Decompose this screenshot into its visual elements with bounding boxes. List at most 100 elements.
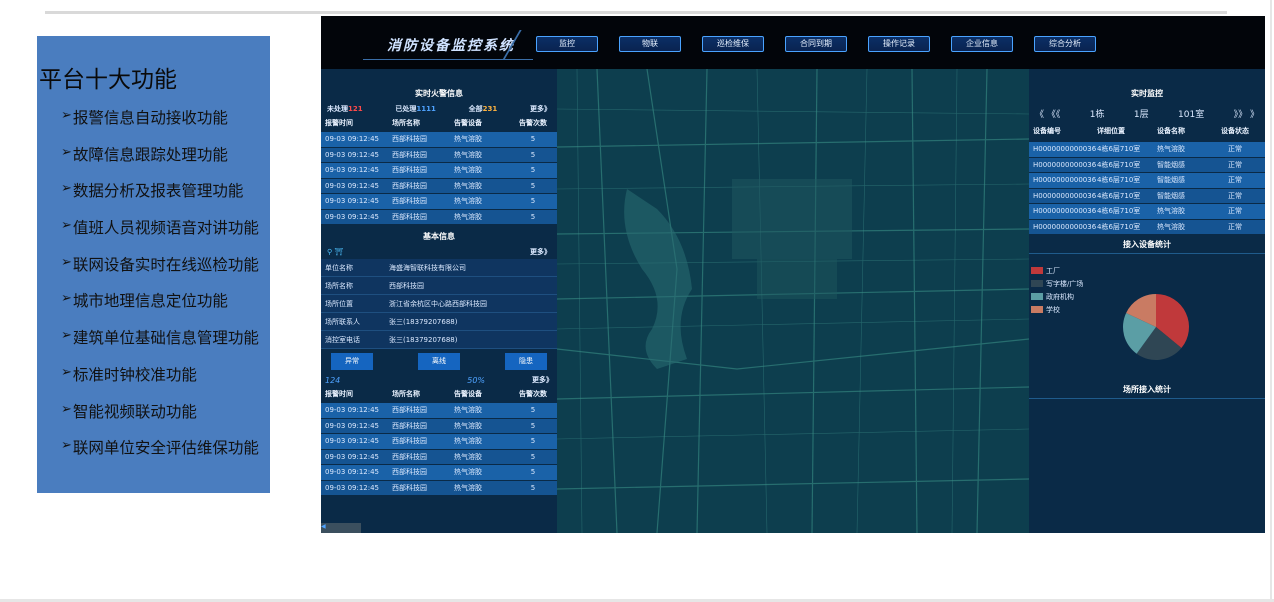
location-pin-icon[interactable]: ⚲ ⛩ — [327, 248, 343, 256]
table-cell: 西部科技园 — [392, 406, 427, 415]
legend-swatch — [1031, 280, 1043, 287]
table-row[interactable]: 09-03 09:12:45 西部科技园 热气溶胶 5 — [321, 403, 557, 419]
handled-filter[interactable]: 已处理1111 — [395, 104, 435, 114]
building-select[interactable]: 1栋 — [1090, 107, 1105, 120]
table-cell: 正常 — [1228, 191, 1242, 200]
top-divider — [45, 11, 1227, 14]
next-arrows[interactable]: 》》 》 — [1234, 107, 1259, 120]
nav-tab[interactable]: 物联 — [619, 36, 681, 52]
venue-stats-divider — [1029, 398, 1265, 399]
table-cell: 4栋6层710室 — [1097, 222, 1141, 231]
table-cell: 09-03 09:12:45 — [325, 181, 380, 190]
legend-item: 学校 — [1031, 303, 1083, 316]
table-row[interactable]: H0000000000036 4栋6层710室 智能烟感 正常 — [1029, 157, 1265, 173]
table-cell: 5 — [530, 468, 536, 477]
room-select[interactable]: 101室 — [1178, 107, 1204, 120]
table-cell: 西部科技园 — [392, 181, 427, 190]
column-header: 设备编号 — [1033, 127, 1061, 135]
table-row[interactable]: 09-03 09:12:45 西部科技园 热气溶胶 5 — [321, 418, 557, 434]
arrow-bullet-icon: ➢ — [61, 144, 72, 160]
table-cell: 西部科技园 — [392, 483, 427, 492]
table-cell: H0000000000036 — [1033, 176, 1097, 185]
city-map[interactable] — [557, 69, 1029, 533]
table-row[interactable]: 09-03 09:12:45 西部科技园 热气溶胶 5 — [321, 465, 557, 481]
table-cell: 09-03 09:12:45 — [325, 468, 380, 477]
table-row[interactable]: 09-03 09:12:45 西部科技园 热气溶胶 5 — [321, 480, 557, 496]
info-field: 消控室电话 张三(18379207688) — [321, 331, 557, 349]
table-cell: 09-03 09:12:45 — [325, 452, 380, 461]
info-field-label: 场所名称 — [325, 281, 353, 290]
feature-item: ➢ 联网设备实时在线巡检功能 — [61, 253, 259, 290]
status-button[interactable]: 离线 — [418, 353, 460, 370]
legend-label: 写字楼/广场 — [1046, 279, 1084, 288]
table-row[interactable]: 09-03 09:12:45 西部科技园 热气溶胶 5 — [321, 163, 557, 179]
table-cell: 正常 — [1228, 222, 1242, 231]
table-cell: 西部科技园 — [392, 468, 427, 477]
table-row[interactable]: H0000000000036 4栋6层710室 智能烟感 正常 — [1029, 188, 1265, 204]
table-row[interactable]: 09-03 09:12:45 西部科技园 热气溶胶 5 — [321, 194, 557, 210]
system-screenshot: 消防设备监控系统 监控 物联 巡检维保 合同到期 操作记录 企业信息 综合分析 — [321, 16, 1265, 533]
nav-tab[interactable]: 企业信息 — [951, 36, 1013, 52]
table-cell: H0000000000036 — [1033, 160, 1097, 169]
table-row[interactable]: 09-03 09:12:45 西部科技园 热气溶胶 5 — [321, 449, 557, 465]
legend-item: 写字楼/广场 — [1031, 277, 1083, 290]
table-row[interactable]: 09-03 09:12:45 西部科技园 热气溶胶 5 — [321, 132, 557, 148]
table-row[interactable]: H0000000000036 4栋6层710室 智能烟感 正常 — [1029, 173, 1265, 189]
table-cell: 4栋6层710室 — [1097, 191, 1141, 200]
info-field-value: 张三(18379207688) — [389, 317, 458, 326]
nav-tab[interactable]: 综合分析 — [1034, 36, 1096, 52]
table-cell: 热气溶胶 — [454, 406, 482, 415]
table-cell: 智能烟感 — [1157, 160, 1185, 169]
status-button[interactable]: 异常 — [331, 353, 373, 370]
nav-tab[interactable]: 监控 — [536, 36, 598, 52]
table-row[interactable]: 09-03 09:12:45 西部科技园 热气溶胶 5 — [321, 209, 557, 225]
table-row[interactable]: H0000000000036 4栋6层710室 热气溶胶 正常 — [1029, 142, 1265, 158]
status-button[interactable]: 隐患 — [505, 353, 547, 370]
table-row[interactable]: H0000000000036 4栋6层710室 热气溶胶 正常 — [1029, 219, 1265, 235]
legend-swatch — [1031, 267, 1043, 274]
location-selector: 《 《《 1栋 1层 101室 》》 》 — [1029, 102, 1265, 124]
table-row[interactable]: 09-03 09:12:45 西部科技园 热气溶胶 5 — [321, 178, 557, 194]
table-row[interactable]: 09-03 09:12:45 西部科技园 热气溶胶 5 — [321, 434, 557, 450]
basic-info-title: 基本信息 — [423, 232, 455, 241]
device-stats-chart: 工厂 写字楼/广场 政府机构 学校 — [1029, 264, 1265, 374]
total-filter[interactable]: 全部231 — [469, 104, 498, 114]
feature-item: ➢ 数据分析及报表管理功能 — [61, 179, 259, 216]
prev-arrows[interactable]: 《 《《 — [1035, 107, 1060, 120]
column-header: 告警设备 — [454, 390, 482, 398]
table-cell: 正常 — [1228, 207, 1242, 216]
legend-swatch — [1031, 306, 1043, 313]
feature-item-label: 城市地理信息定位功能 — [72, 292, 228, 311]
floor-select[interactable]: 1层 — [1134, 107, 1149, 120]
nav-tab[interactable]: 巡检维保 — [702, 36, 764, 52]
left-panel: 实时火警信息 未处理121 已处理1111 全部231 更多》 报警时间 场所名称… — [321, 86, 557, 533]
nav-tab[interactable]: 合同到期 — [785, 36, 847, 52]
fire-alarm-more-link[interactable]: 更多》 — [530, 104, 551, 114]
info-field-value: 浙江省余杭区中心路西部科技园 — [389, 299, 487, 308]
unhandled-filter[interactable]: 未处理121 — [327, 104, 363, 114]
feature-item: ➢ 值班人员视频语音对讲功能 — [61, 216, 259, 253]
table-cell: 热气溶胶 — [454, 197, 482, 206]
table-cell: 热气溶胶 — [454, 212, 482, 221]
feature-item: ➢ 智能视频联动功能 — [61, 400, 259, 437]
info-field-value: 西部科技园 — [389, 281, 424, 290]
table-cell: 正常 — [1228, 145, 1242, 154]
table-cell: 09-03 09:12:45 — [325, 150, 380, 159]
status-more-link[interactable]: 更多》 — [532, 375, 553, 385]
map-locate-control[interactable]: ◀ — [321, 523, 361, 533]
table-cell: 5 — [530, 166, 536, 175]
table-row[interactable]: 09-03 09:12:45 西部科技园 热气溶胶 5 — [321, 147, 557, 163]
arrow-bullet-icon: ➢ — [61, 218, 72, 234]
table-cell: 5 — [530, 452, 536, 461]
table-cell: 西部科技园 — [392, 197, 427, 206]
nav-tab[interactable]: 操作记录 — [868, 36, 930, 52]
legend-swatch — [1031, 293, 1043, 300]
status-table-header: 报警时间 场所名称 告警设备 告警次数 — [321, 387, 557, 401]
table-cell: 4栋6层710室 — [1097, 176, 1141, 185]
table-row[interactable]: H0000000000036 4栋6层710室 热气溶胶 正常 — [1029, 204, 1265, 220]
right-panel-top-strip — [1029, 69, 1265, 86]
table-cell: 5 — [530, 150, 536, 159]
table-cell: 4栋6层710室 — [1097, 145, 1141, 154]
basic-info-more-link[interactable]: 更多》 — [530, 247, 551, 257]
legend-item: 政府机构 — [1031, 290, 1083, 303]
